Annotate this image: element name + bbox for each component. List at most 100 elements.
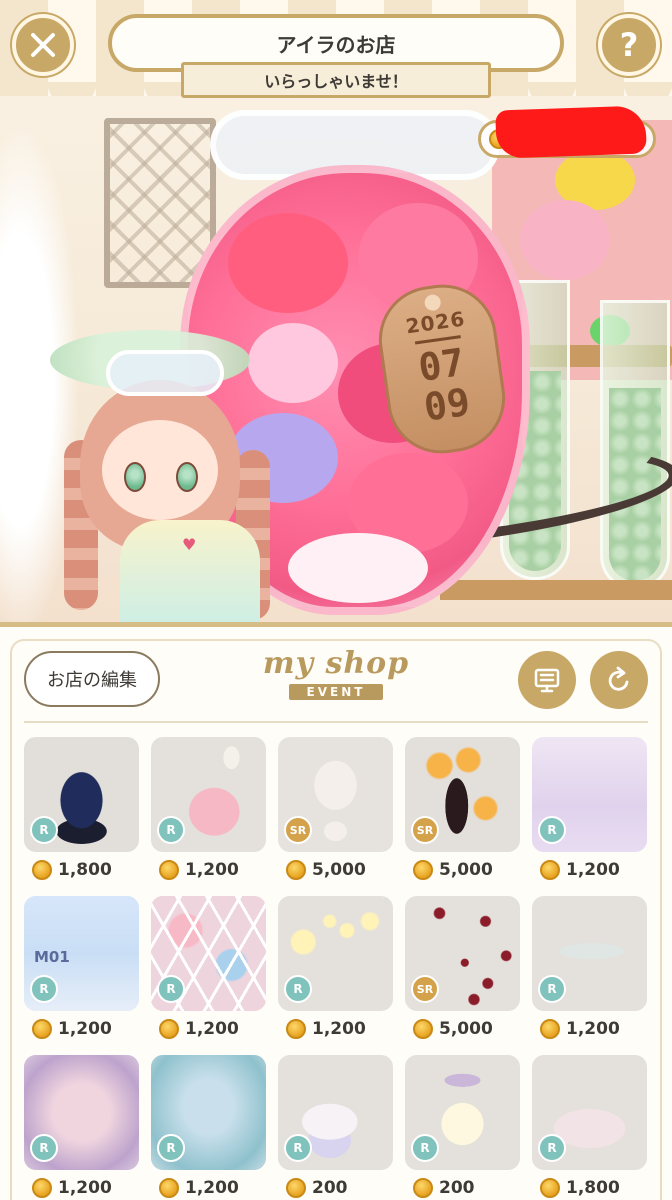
logo-sub: EVENT bbox=[288, 684, 384, 700]
item-price: 1,200 bbox=[566, 1019, 620, 1039]
avatar-eye-left bbox=[124, 462, 146, 492]
coin-icon bbox=[286, 1019, 306, 1039]
item-thumbnail: R bbox=[278, 896, 393, 1011]
item-price: 5,000 bbox=[439, 1019, 493, 1039]
item-price: 200 bbox=[439, 1178, 475, 1198]
item-price: 1,200 bbox=[185, 860, 239, 880]
coin-icon bbox=[32, 1019, 52, 1039]
item-price: 1,800 bbox=[58, 860, 112, 880]
refresh-button[interactable] bbox=[590, 651, 648, 709]
tag-year: 2026 bbox=[404, 306, 467, 339]
shop-item-lily-pond-flowers[interactable]: R 1,200 bbox=[532, 896, 647, 1047]
rarity-badge: R bbox=[538, 975, 566, 1003]
shop-item-moon-stars-garland[interactable]: R 1,200 bbox=[278, 896, 393, 1047]
item-thumbnail: SR bbox=[405, 896, 520, 1011]
item-thumbnail: R bbox=[151, 896, 266, 1011]
item-price: 1,200 bbox=[185, 1178, 239, 1198]
item-price: 5,000 bbox=[312, 860, 366, 880]
shop-item-harp-room-m01[interactable]: M01 R 1,200 bbox=[24, 896, 139, 1047]
item-thumbnail: R bbox=[151, 737, 266, 852]
price-row: 1,800 bbox=[24, 852, 139, 888]
logo-main: my shop bbox=[262, 646, 410, 681]
item-price: 1,800 bbox=[566, 1178, 620, 1198]
shop-item-milk-teacup[interactable]: R 200 bbox=[278, 1055, 393, 1200]
price-row: 1,200 bbox=[151, 1011, 266, 1047]
coin-icon bbox=[286, 1178, 306, 1198]
shop-item-red-petals[interactable]: SR 5,000 bbox=[405, 896, 520, 1047]
coin-icon bbox=[159, 1019, 179, 1039]
board-icon bbox=[534, 668, 560, 693]
item-price: 200 bbox=[312, 1178, 348, 1198]
item-price: 1,200 bbox=[185, 1019, 239, 1039]
avatar[interactable]: ♥ bbox=[40, 320, 300, 630]
price-row: 1,200 bbox=[532, 852, 647, 888]
item-thumbnail: R bbox=[24, 737, 139, 852]
shop-item-navy-coat-dress[interactable]: R 1,800 bbox=[24, 737, 139, 888]
shop-item-light-jar[interactable]: R 200 bbox=[405, 1055, 520, 1200]
price-row: 5,000 bbox=[278, 852, 393, 888]
price-row: 5,000 bbox=[405, 852, 520, 888]
avatar-face bbox=[102, 420, 218, 520]
coin-icon bbox=[540, 1178, 560, 1198]
item-price: 1,200 bbox=[312, 1019, 366, 1039]
item-grid: R 1,800 R 1,200 SR 5,000 SR 5,000 R 1,200 M01 R 1,20… bbox=[24, 737, 648, 1200]
rarity-badge: R bbox=[284, 975, 312, 1003]
rarity-badge: R bbox=[157, 816, 185, 844]
item-thumbnail: R bbox=[151, 1055, 266, 1170]
shop-item-pink-ruffle-dress[interactable]: R 1,200 bbox=[151, 737, 266, 888]
shop-item-dark-tree-lanterns[interactable]: SR 5,000 bbox=[405, 737, 520, 888]
rarity-badge: R bbox=[30, 1134, 58, 1162]
shop-item-lilac-jellyfish-bg[interactable]: R 1,200 bbox=[532, 737, 647, 888]
rarity-badge: SR bbox=[411, 975, 439, 1003]
item-thumbnail: R bbox=[405, 1055, 520, 1170]
price-row: 5,000 bbox=[405, 1011, 520, 1047]
item-thumbnail: SR bbox=[405, 737, 520, 852]
coin-icon bbox=[159, 1178, 179, 1198]
coin-icon bbox=[159, 860, 179, 880]
item-price: 1,200 bbox=[58, 1019, 112, 1039]
coin-icon bbox=[540, 860, 560, 880]
close-icon bbox=[31, 33, 55, 57]
item-price: 1,200 bbox=[566, 860, 620, 880]
coin-icon bbox=[540, 1019, 560, 1039]
price-row: 1,200 bbox=[24, 1011, 139, 1047]
shop-item-teal-frame-feather[interactable]: R 1,200 bbox=[151, 1055, 266, 1200]
tag-day: 09 bbox=[421, 379, 473, 430]
pink-flower bbox=[520, 200, 610, 280]
coin-icon bbox=[32, 1178, 52, 1198]
my-shop-logo: my shop EVENT bbox=[254, 647, 418, 709]
rarity-badge: R bbox=[30, 816, 58, 844]
test-tube-right bbox=[600, 300, 670, 590]
rarity-badge: R bbox=[284, 1134, 312, 1162]
coin-icon bbox=[286, 860, 306, 880]
item-thumbnail: R bbox=[24, 1055, 139, 1170]
rarity-badge: R bbox=[538, 816, 566, 844]
welcome-banner: いらっしゃいませ！ bbox=[181, 62, 491, 98]
price-row: 1,200 bbox=[532, 1011, 647, 1047]
close-button[interactable] bbox=[12, 14, 74, 76]
edit-shop-button[interactable]: お店の編集 bbox=[24, 651, 160, 707]
coin-icon bbox=[413, 1019, 433, 1039]
help-button[interactable]: ? bbox=[598, 14, 660, 76]
jar-flower bbox=[228, 213, 348, 313]
shop-item-floral-lattice[interactable]: R 1,200 bbox=[151, 896, 266, 1047]
coin-icon bbox=[413, 1178, 433, 1198]
item-art-label: M01 bbox=[34, 948, 70, 966]
shop-item-purple-frame-bg[interactable]: R 1,200 bbox=[24, 1055, 139, 1200]
price-row: 1,200 bbox=[24, 1170, 139, 1200]
item-thumbnail: SR bbox=[278, 737, 393, 852]
rarity-badge: R bbox=[538, 1134, 566, 1162]
shop-panel: お店の編集 my shop EVENT R 1,800 R 1,200 SR 5,000 S… bbox=[0, 622, 672, 1200]
shop-item-face-head[interactable]: SR 5,000 bbox=[278, 737, 393, 888]
rarity-badge: R bbox=[30, 975, 58, 1003]
heart-icon: ♥ bbox=[182, 535, 197, 554]
price-row: 200 bbox=[405, 1170, 520, 1200]
board-button[interactable] bbox=[518, 651, 576, 709]
price-row: 1,200 bbox=[151, 852, 266, 888]
price-row: 1,200 bbox=[278, 1011, 393, 1047]
item-thumbnail: R bbox=[532, 896, 647, 1011]
jar-flower bbox=[288, 533, 428, 603]
shop-item-cookie-plate[interactable]: R 1,800 bbox=[532, 1055, 647, 1200]
item-thumbnail: M01 R bbox=[24, 896, 139, 1011]
coin-icon bbox=[32, 860, 52, 880]
